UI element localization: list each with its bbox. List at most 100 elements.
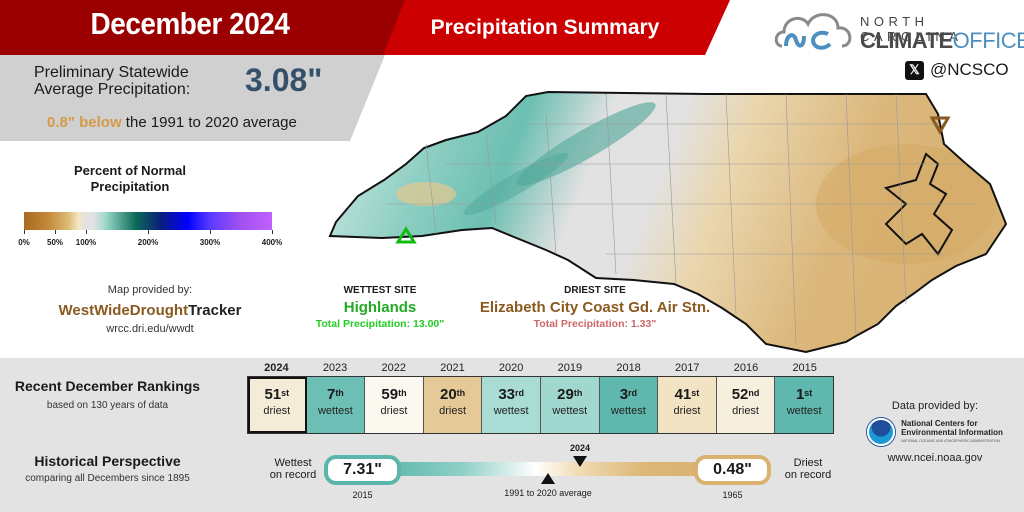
legend-title-line2: Precipitation [90,179,170,194]
rankings-subtitle: based on 130 years of data [46,400,169,411]
rankings-years: 2024 2023 2022 2021 2020 2019 2018 2017 2016 2015 [247,362,834,376]
driest-site-total: Total Precipitation: 1.33" [533,318,657,330]
ranking-type: wettest [610,405,646,417]
driest-label-line2: on record [784,469,832,481]
ranking-suffix: th [456,388,466,398]
rankings-title: Recent December Rankings [14,378,201,394]
ranking-number: 52 [731,386,749,403]
ranking-suffix: st [691,388,700,398]
wettest-site-total: Total Precipitation: 13.00" [315,318,445,330]
comparison-text: the 1991 to 2020 average [121,114,297,131]
x-icon: 𝕏 [905,60,924,80]
driest-record-label: Driest on record [772,457,844,481]
ranking-rank: 3rd [600,386,658,403]
ncei-logo[interactable]: National Centers for Environmental Infor… [850,418,1020,446]
ranking-suffix: st [804,388,813,398]
ranking-suffix: rd [628,388,638,398]
legend-tick-label: 50% [46,238,64,247]
historical-subtitle: comparing all Decembers since 1895 [25,473,190,484]
ranking-year: 2016 [733,362,759,374]
ranking-number: 3 [619,386,629,403]
ranking-rank: 29th [541,386,599,403]
page-title: December 2024 [90,6,290,41]
ranking-type: driest [380,405,408,417]
ranking-rank: 52nd [717,386,775,403]
ranking-year: 2015 [792,362,817,374]
ranking-suffix: st [281,388,290,398]
average-marker-icon [541,473,555,484]
ranking-rank: 51st [248,386,306,403]
legend-ticks: 0% 50% 100% 200% 300% 400% [18,230,282,250]
driest-site: DRIEST SITE Elizabeth City Coast Gd. Air… [470,285,720,330]
ranking-suffix: th [398,388,407,398]
ranking-year: 2018 [616,362,641,374]
ranking-type: wettest [493,405,529,417]
ranking-type: driest [673,405,701,417]
average-label: 1991 to 2020 average [504,488,592,498]
ranking-suffix: nd [748,388,760,398]
wettest-site-heading: WETTEST SITE [343,285,417,296]
statewide-value: 3.08" [245,62,323,98]
ranking-cell: 51st driest [248,377,307,433]
logo-climate: CLIMATE [860,28,953,53]
cloud-nc-icon [774,13,852,50]
precipitation-summary-infographic: Precipitation Summary December 2024 Prel… [0,0,1024,512]
statewide-comparison: 0.8" below the 1991 to 2020 average [47,114,297,131]
ranking-rank: 33rd [482,386,540,403]
wwdt-brand[interactable]: WestWideDroughtTracker [40,302,260,319]
data-credit: Data provided by: National Centers for E… [850,400,1020,464]
ranking-suffix: th [573,388,583,398]
data-credit-url[interactable]: www.ncei.noaa.gov [850,452,1020,464]
legend-tick-label: 0% [18,238,30,247]
map-credit-label: Map provided by: [107,284,193,296]
ranking-rank: 59th [365,386,423,403]
brand-part1: WestWideDrought [58,302,189,319]
ranking-type: wettest [786,405,822,417]
ranking-suffix: rd [515,388,525,398]
legend-tick [210,230,211,234]
map-credit: Map provided by: WestWideDroughtTracker … [40,284,260,335]
ranking-year: 2021 [440,362,465,374]
rankings-row: 51st driest 7th wettest 59th driest 20th driest… [247,376,834,434]
legend-title: Percent of Normal Precipitation [40,163,220,195]
title-banner: December 2024 [0,0,380,55]
departure-value: 0.8" below [47,114,122,131]
wettest-site: WETTEST SITE Highlands Total Precipitati… [290,285,470,330]
social-handle-link[interactable]: 𝕏 @NCSCO [905,60,1009,80]
subtitle: Precipitation Summary [430,16,660,39]
wettest-label-line2: on record [269,469,317,481]
driest-site-name: Elizabeth City Coast Gd. Air Stn. [479,299,711,316]
nc-climate-office-logo[interactable]: NORTH CAROLINA CLIMATEOFFICE [772,6,1024,56]
legend-tick [55,230,56,234]
ranking-cell: 41st driest [658,377,717,433]
logo-office: OFFICE [952,28,1024,53]
wettest-record-value: 7.31" [324,455,401,485]
ranking-number: 51 [264,386,282,403]
legend-tick [24,230,25,234]
legend-title-line1: Percent of Normal [74,163,186,178]
ranking-cell: 3rd wettest [599,377,659,433]
legend-tick [148,230,149,234]
map-credit-url[interactable]: wrcc.dri.edu/wwdt [40,323,260,335]
ranking-year: 2023 [322,362,348,374]
ncei-line2: Environmental Information [901,427,1003,437]
legend-tick-label: 300% [199,238,221,247]
legend-tick-label: 400% [261,238,283,247]
driest-record-year: 1965 [722,490,743,500]
ranking-cell: 29th wettest [540,377,600,433]
current-year-label: 2024 [569,443,591,453]
wettest-record-year: 2015 [352,490,373,500]
ranking-cell: 1st wettest [775,377,833,433]
ranking-cell: 20th driest [423,377,483,433]
ranking-cell: 52nd driest [716,377,776,433]
brand-part2: Tracker [188,302,242,319]
ranking-rank: 7th [307,386,365,403]
noaa-icon [867,418,896,446]
social-handle: @NCSCO [930,60,1009,79]
driest-label-line1: Driest [793,457,823,469]
legend-color-bar [24,212,272,230]
ranking-number: 29 [557,386,574,403]
driest-record-value: 0.48" [694,455,771,485]
ranking-type: wettest [552,405,588,417]
ranking-year: 2020 [498,362,524,374]
